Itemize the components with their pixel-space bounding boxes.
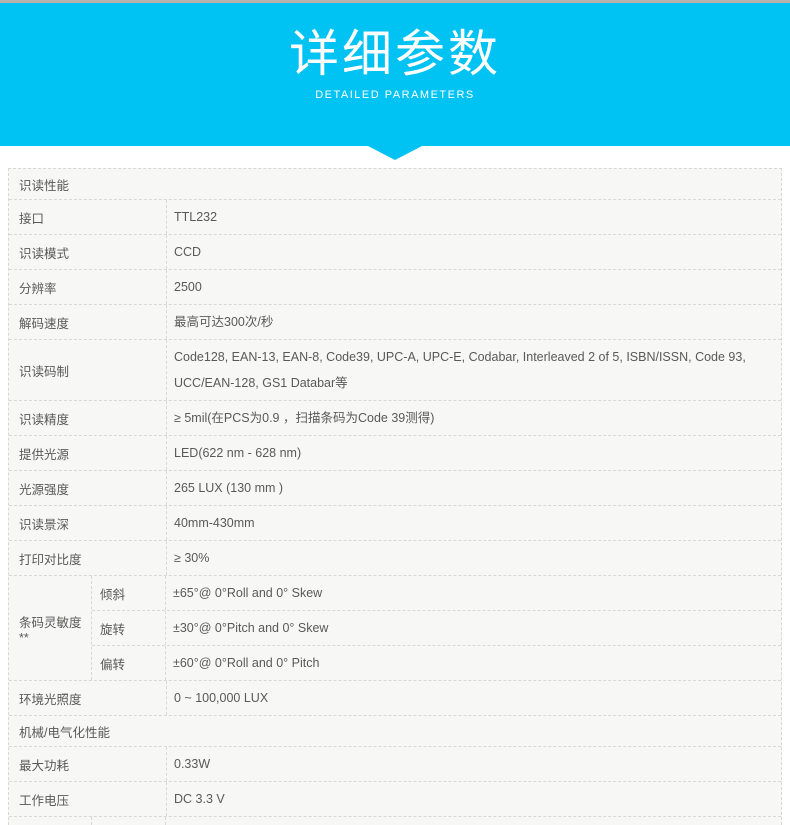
spec-value: CCD [174, 239, 201, 265]
spec-row: 最大功耗 0.33W [9, 747, 781, 782]
spec-value: ≥ 30% [174, 545, 209, 571]
spec-value: 265 LUX (130 mm ) [174, 475, 283, 501]
spec-label: 识读精度 [9, 401, 167, 435]
spec-row: 工作电压 DC 3.3 V [9, 782, 781, 817]
spec-group-label-cutoff [9, 817, 92, 825]
spec-value: 最高可达300次/秒 [174, 309, 273, 335]
spec-row: 解码速度最高可达300次/秒 [9, 305, 781, 340]
spec-value: TTL232 [174, 204, 217, 230]
banner-subtitle: DETAILED PARAMETERS [0, 89, 790, 101]
spec-sublabel: 倾斜 [92, 576, 166, 610]
spec-value: LED(622 nm - 628 nm) [174, 440, 301, 466]
spec-value-cell: 2500 [167, 270, 781, 304]
spec-value: 0.33W [174, 751, 210, 777]
spec-label: 打印对比度 [9, 541, 167, 575]
spec-value-cell: TTL232 [167, 200, 781, 234]
spec-subrow: 旋转 ±30°@ 0°Pitch and 0° Skew [92, 611, 781, 646]
spec-label: 识读模式 [9, 235, 167, 269]
spec-row-cutoff [9, 817, 781, 825]
spec-subrow: 倾斜 ±65°@ 0°Roll and 0° Skew [92, 576, 781, 611]
spec-row: 环境光照度 0 ~ 100,000 LUX [9, 681, 781, 716]
banner-down-arrow [368, 146, 422, 160]
spec-row: 识读模式 CCD [9, 235, 781, 270]
spec-label: 环境光照度 [9, 681, 167, 715]
spec-value: 0 ~ 100,000 LUX [174, 685, 268, 711]
detailed-parameters-banner: 详细参数 DETAILED PARAMETERS [0, 3, 790, 146]
spec-sublabel: 偏转 [92, 646, 166, 680]
spec-value-cutoff [166, 817, 781, 825]
section-header-label: 机械/电气化性能 [19, 722, 110, 741]
spec-sublabel-cutoff [92, 817, 166, 825]
spec-label: 提供光源 [9, 436, 167, 470]
spec-row: 打印对比度 ≥ 30% [9, 541, 781, 576]
spec-value-cell: 最高可达300次/秒 [167, 305, 781, 339]
spec-value-cell: LED(622 nm - 628 nm) [167, 436, 781, 470]
spec-label: 分辨率 [9, 270, 167, 304]
spec-row: 识读码制Code128, EAN-13, EAN-8, Code39, UPC-… [9, 340, 781, 401]
spec-sublabel: 旋转 [92, 611, 166, 645]
spec-value-cell: ≥ 30% [167, 541, 781, 575]
spec-value-cell: 0.33W [167, 747, 781, 781]
spec-row: 光源强度 265 LUX (130 mm ) [9, 471, 781, 506]
spec-value: ±30°@ 0°Pitch and 0° Skew [173, 615, 328, 641]
spec-label: 识读景深 [9, 506, 167, 540]
spec-value: ≥ 5mil(在PCS为0.9 ，扫描条码为Code 39测得) [174, 405, 434, 431]
spec-row: 分辨率 2500 [9, 270, 781, 305]
spec-label: 工作电压 [9, 782, 167, 816]
spec-value-cell: Code128, EAN-13, EAN-8, Code39, UPC-A, U… [167, 340, 781, 400]
spec-row: 提供光源 LED(622 nm - 628 nm) [9, 436, 781, 471]
spec-value: ±60°@ 0°Roll and 0° Pitch [173, 650, 319, 676]
banner-title: 详细参数 [0, 3, 790, 80]
spec-value-cell: ±65°@ 0°Roll and 0° Skew [166, 576, 781, 610]
section-header-row: 识读性能 [9, 169, 781, 200]
spec-value-cell: 0 ~ 100,000 LUX [167, 681, 781, 715]
spec-label: 解码速度 [9, 305, 167, 339]
spec-label: 识读码制 [9, 340, 167, 400]
spec-row: 接口 TTL232 [9, 200, 781, 235]
spec-value-cell: 40mm-430mm [167, 506, 781, 540]
spec-group-subrows: 倾斜 ±65°@ 0°Roll and 0° Skew 旋转 ±30°@ 0°Pitc… [92, 576, 781, 680]
spec-group-label: 条码灵敏度** [9, 576, 92, 680]
spec-row: 识读景深 40mm-430mm [9, 506, 781, 541]
spec-value: DC 3.3 V [174, 786, 225, 812]
spec-value-cell: DC 3.3 V [167, 782, 781, 816]
spec-subrow: 偏转 ±60°@ 0°Roll and 0° Pitch [92, 646, 781, 680]
section-header-row: 机械/电气化性能 [9, 716, 781, 747]
spec-value-cell: ±60°@ 0°Roll and 0° Pitch [166, 646, 781, 680]
spec-value: ±65°@ 0°Roll and 0° Skew [173, 580, 322, 606]
spec-label: 接口 [9, 200, 167, 234]
spec-value-cell: 265 LUX (130 mm ) [167, 471, 781, 505]
spec-label: 光源强度 [9, 471, 167, 505]
spec-label: 最大功耗 [9, 747, 167, 781]
spec-value: 2500 [174, 274, 202, 300]
spec-value-cell: ±30°@ 0°Pitch and 0° Skew [166, 611, 781, 645]
spec-row: 识读精度 ≥ 5mil(在PCS为0.9 ，扫描条码为Code 39测得) [9, 401, 781, 436]
spec-value: 40mm-430mm [174, 510, 255, 536]
spec-table: 识读性能接口 TTL232 识读模式 CCD 分辨率 2500 解码速度最高可达300次/秒… [8, 168, 782, 825]
section-header-label: 识读性能 [19, 175, 69, 194]
spec-value-cell: ≥ 5mil(在PCS为0.9 ，扫描条码为Code 39测得) [167, 401, 781, 435]
spec-group-row: 条码灵敏度**倾斜 ±65°@ 0°Roll and 0° Skew 旋转 ±30°@… [9, 576, 781, 681]
spec-value-cell: CCD [167, 235, 781, 269]
spec-value: Code128, EAN-13, EAN-8, Code39, UPC-A, U… [174, 344, 771, 396]
